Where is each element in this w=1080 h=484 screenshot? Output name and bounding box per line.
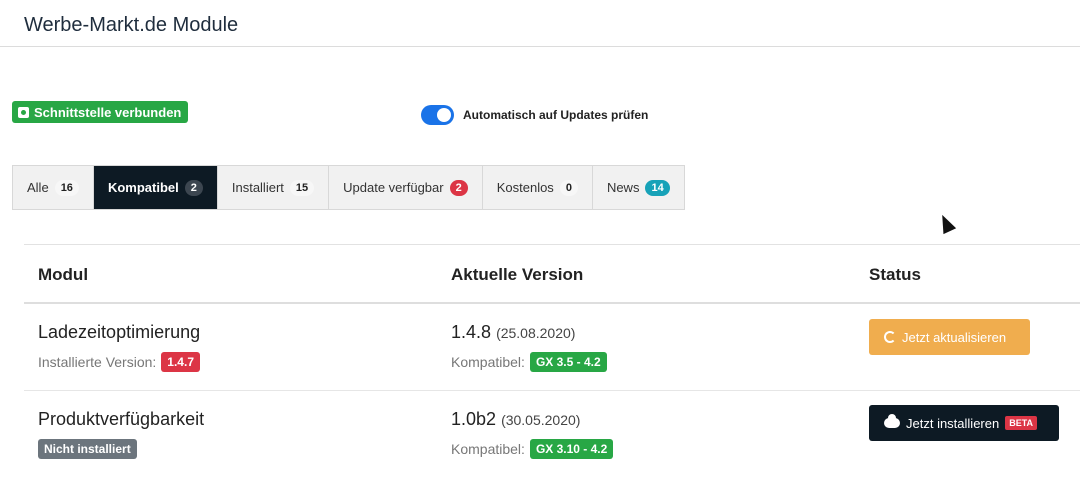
tab-installiert[interactable]: Installiert 15 <box>218 166 330 209</box>
tab-count: 2 <box>184 179 203 196</box>
tab-label: Update verfügbar <box>343 180 444 195</box>
install-button-label: Jetzt installieren <box>906 415 1000 431</box>
tab-label: Kostenlos <box>496 180 554 195</box>
mouse-cursor-icon <box>935 211 957 235</box>
not-installed-badge: Nicht installiert <box>38 439 137 459</box>
connection-status-badge: Schnittstelle verbunden <box>12 101 189 123</box>
compatibility-info: Kompatibel: GX 3.10 - 4.2 <box>451 439 614 459</box>
auto-update-toggle[interactable] <box>421 105 454 125</box>
tab-count: 15 <box>289 179 315 196</box>
compatibility-badge: GX 3.10 - 4.2 <box>529 439 614 459</box>
cloud-download-icon <box>884 414 900 428</box>
auto-update-setting: Automatisch auf Updates prüfen <box>421 105 648 125</box>
version-number: 1.0b2 <box>451 409 497 429</box>
tab-count: 0 <box>559 179 578 196</box>
version-number: 1.4.8 <box>451 322 492 342</box>
version-date: (25.08.2020) <box>496 325 576 341</box>
column-header-version: Aktuelle Version <box>451 265 584 284</box>
top-bar: Werbe-Markt.de Module <box>0 0 1080 47</box>
tab-kostenlos[interactable]: Kostenlos 0 <box>483 166 593 209</box>
tab-label: Alle <box>27 180 49 195</box>
table-row: Produktverfügbarkeit Nicht installiert 1… <box>24 391 1080 478</box>
beta-badge: BETA <box>1005 416 1038 430</box>
current-version: 1.0b2 (30.05.2020) <box>451 409 580 430</box>
current-version: 1.4.8 (25.08.2020) <box>451 322 575 343</box>
tab-alle[interactable]: Alle 16 <box>13 166 94 209</box>
module-name: Ladezeitoptimierung <box>38 322 201 342</box>
column-header-modul: Modul <box>38 265 89 284</box>
page-title: Werbe-Markt.de Module <box>24 14 239 36</box>
compatibility-label: Kompatibel: <box>451 354 525 370</box>
module-name: Produktverfügbarkeit <box>38 409 205 429</box>
installed-version-badge: 1.4.7 <box>161 352 200 372</box>
installed-version-info: Installierte Version: 1.4.7 <box>38 352 200 372</box>
tab-count: 16 <box>54 179 79 196</box>
tab-update-verfuegbar[interactable]: Update verfügbar 2 <box>329 166 483 209</box>
tab-label: Installiert <box>231 180 284 195</box>
modules-table: Modul Aktuelle Version Status Ladezeitop… <box>24 244 1080 478</box>
tab-count: 2 <box>449 179 468 196</box>
installed-version-info: Nicht installiert <box>38 439 137 459</box>
version-date: (30.05.2020) <box>501 412 581 428</box>
installed-version-label: Installierte Version: <box>38 354 157 370</box>
compatibility-info: Kompatibel: GX 3.5 - 4.2 <box>451 352 607 372</box>
tab-label: Kompatibel <box>107 180 179 195</box>
connection-status-label: Schnittstelle verbunden <box>34 104 182 120</box>
column-header-status: Status <box>869 265 921 284</box>
auto-update-label: Automatisch auf Updates prüfen <box>463 108 649 122</box>
share-icon <box>18 106 29 118</box>
compatibility-badge: GX 3.5 - 4.2 <box>529 352 607 372</box>
toggle-knob <box>437 108 451 122</box>
tab-kompatibel[interactable]: Kompatibel 2 <box>93 166 218 209</box>
table-row: Ladezeitoptimierung Installierte Version… <box>24 304 1080 391</box>
compatibility-label: Kompatibel: <box>451 441 525 457</box>
update-button[interactable]: Jetzt aktualisieren <box>869 319 1030 355</box>
tab-label: News <box>606 180 640 195</box>
module-filter-tabs: Alle 16 Kompatibel 2 Installiert 15 Upda… <box>12 165 685 210</box>
tab-news[interactable]: News 14 <box>593 166 684 209</box>
tab-count: 14 <box>645 179 670 196</box>
install-button[interactable]: Jetzt installieren BETA <box>869 405 1059 441</box>
refresh-icon <box>884 331 896 343</box>
table-header: Modul Aktuelle Version Status <box>24 244 1080 304</box>
update-button-label: Jetzt aktualisieren <box>902 329 1007 345</box>
